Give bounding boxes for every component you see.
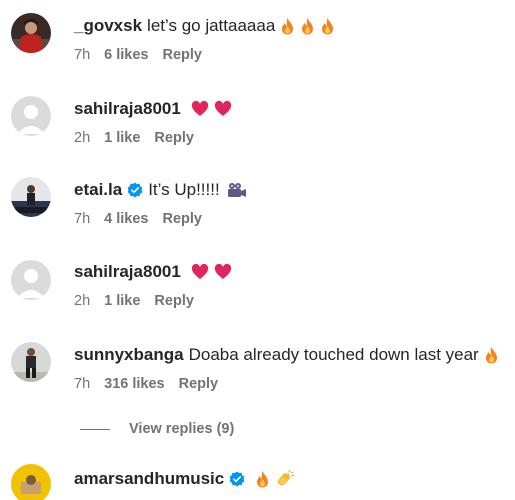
reply-button[interactable]: Reply	[154, 130, 194, 146]
fire-icon	[300, 17, 315, 36]
comment-meta: 2h 1 like Reply	[74, 130, 208, 146]
comment-line: amarsandhumusic	[74, 467, 295, 491]
verified-badge-icon	[229, 471, 245, 487]
clapping-hands-icon	[275, 469, 295, 489]
comment-time: 7h	[74, 376, 91, 392]
fire-icon	[255, 470, 270, 489]
avatar[interactable]	[11, 96, 51, 136]
fire-icon	[320, 17, 335, 36]
comment-meta: 7h 316 likes Reply	[74, 376, 232, 392]
verified-badge-icon	[127, 182, 143, 198]
comment-line: _govxsk let’s go jattaaaaa	[74, 14, 335, 38]
divider	[80, 428, 110, 430]
likes-count[interactable]: 6 likes	[104, 47, 148, 63]
comments-panel: _govxsk let’s go jattaaaaa 7h 6 likes Re…	[0, 0, 515, 500]
red-heart-icon	[191, 101, 209, 117]
likes-count[interactable]: 1 like	[104, 130, 140, 146]
comment-line: sahilraja8001	[74, 260, 232, 284]
reply-button[interactable]: Reply	[162, 211, 202, 227]
comment-text: It’s Up!!!!!	[148, 180, 220, 199]
movie-camera-icon	[227, 182, 247, 198]
avatar[interactable]	[11, 342, 51, 382]
username[interactable]: etai.la	[74, 178, 122, 202]
comment-time: 7h	[74, 211, 91, 227]
comment-line: sahilraja8001	[74, 97, 232, 121]
avatar[interactable]	[11, 260, 51, 300]
username[interactable]: sunnyxbanga	[74, 343, 184, 367]
username[interactable]: amarsandhumusic	[74, 467, 224, 491]
avatar[interactable]	[11, 13, 51, 53]
likes-count[interactable]: 1 like	[104, 293, 140, 309]
comment-time: 2h	[74, 293, 91, 309]
comment-meta: 2h 1 like Reply	[74, 293, 208, 309]
avatar[interactable]	[11, 464, 51, 500]
comment-line: sunnyxbanga Doaba already touched down l…	[74, 343, 499, 367]
username[interactable]: sahilraja8001	[74, 260, 181, 284]
reply-button[interactable]: Reply	[179, 376, 219, 392]
fire-icon	[280, 17, 295, 36]
red-heart-icon	[191, 264, 209, 280]
username[interactable]: _govxsk	[74, 14, 142, 38]
reply-button[interactable]: Reply	[162, 47, 202, 63]
view-replies-button[interactable]: View replies (9)	[80, 419, 234, 439]
likes-count[interactable]: 4 likes	[104, 211, 148, 227]
comment-time: 7h	[74, 47, 91, 63]
comment-text: Doaba already touched down last year	[188, 345, 479, 364]
red-heart-icon	[214, 264, 232, 280]
view-replies-label: View replies (9)	[129, 421, 235, 437]
comment-meta: 7h 4 likes Reply	[74, 211, 216, 227]
comment-meta: 7h 6 likes Reply	[74, 47, 216, 63]
comment-text: let’s go jattaaaaa	[147, 16, 276, 35]
avatar[interactable]	[11, 177, 51, 217]
red-heart-icon	[214, 101, 232, 117]
fire-icon	[484, 346, 499, 365]
reply-button[interactable]: Reply	[154, 293, 194, 309]
comment-line: etai.la It’s Up!!!!!	[74, 178, 247, 202]
likes-count[interactable]: 316 likes	[104, 376, 164, 392]
comment-time: 2h	[74, 130, 91, 146]
username[interactable]: sahilraja8001	[74, 97, 181, 121]
